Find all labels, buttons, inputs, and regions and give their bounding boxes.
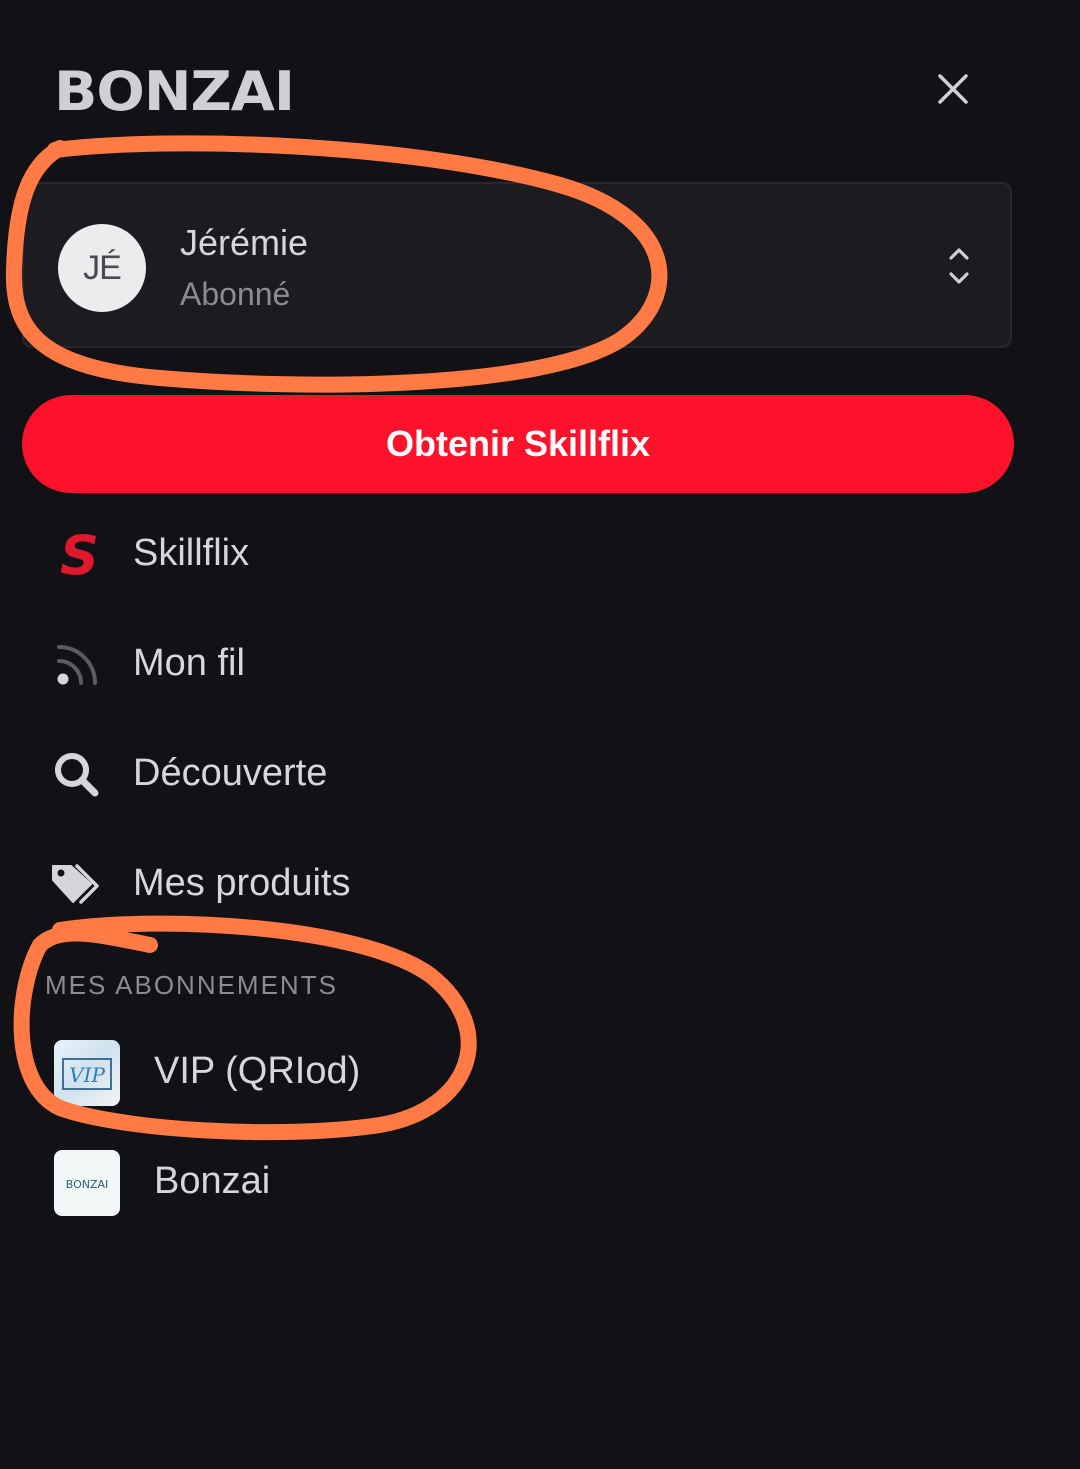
svg-text:BONZAI: BONZAI (54, 64, 294, 114)
avatar: JÉ (58, 224, 146, 312)
svg-text:BONZAI: BONZAI (66, 1178, 109, 1191)
nav-item-label: Découverte (133, 752, 328, 794)
bonzai-thumbnail: BONZAI (54, 1150, 120, 1216)
nav-item-label: Mes produits (133, 862, 351, 904)
svg-text:VIP: VIP (69, 1063, 105, 1087)
get-skillflix-button[interactable]: Obtenir Skillflix (22, 395, 1014, 493)
nav-item-decouverte[interactable]: Découverte (40, 734, 940, 814)
user-status: Abonné (180, 276, 291, 312)
tag-icon (50, 858, 102, 910)
bonzai-logo: BONZAI (54, 64, 294, 114)
chevron-up-down-icon (949, 248, 969, 284)
subscriptions-section-title: MES ABONNEMENTS (45, 970, 338, 1000)
svg-text:S: S (60, 528, 96, 580)
search-icon (50, 748, 102, 800)
nav-item-mon-fil[interactable]: Mon fil (40, 624, 940, 704)
subscription-item-label: VIP (QRIod) (154, 1050, 361, 1092)
nav-item-label: Mon fil (133, 642, 245, 684)
drawer-header: BONZAI (0, 0, 1080, 170)
subscription-item-vip[interactable]: VIP VIP (QRIod) (54, 1038, 954, 1108)
nav-item-mes-produits[interactable]: Mes produits (40, 844, 940, 924)
subscription-item-label: Bonzai (154, 1160, 271, 1202)
close-icon (938, 74, 968, 104)
close-button[interactable] (928, 64, 978, 114)
user-name: Jérémie (180, 222, 309, 263)
subscription-item-bonzai[interactable]: BONZAI Bonzai (54, 1148, 954, 1218)
skillflix-s-icon: S (50, 528, 102, 580)
nav-item-skillflix[interactable]: S Skillflix (40, 514, 940, 594)
nav-item-label: Skillflix (133, 532, 250, 574)
rss-feed-icon (50, 638, 102, 690)
account-switcher[interactable]: JÉ Jérémie Abonné (22, 182, 1012, 348)
vip-thumbnail: VIP (54, 1040, 120, 1106)
